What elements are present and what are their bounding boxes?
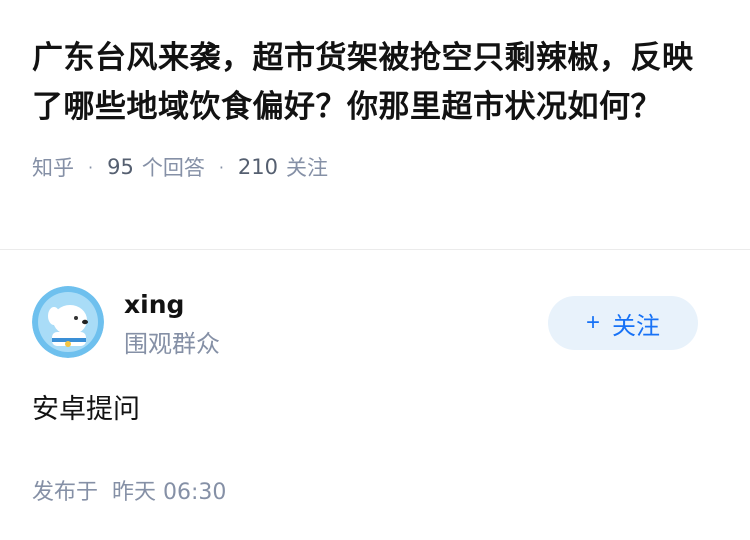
follow-count-label: 关注 [286, 156, 329, 180]
published-info: 发布于 昨天 06:30 [32, 474, 718, 506]
dot-separator: · [88, 157, 94, 177]
answer-count-label: 个回答 [141, 156, 205, 180]
author-name[interactable]: xing [124, 288, 220, 322]
avatar-image [32, 286, 104, 358]
source-label[interactable]: 知乎 [32, 152, 74, 182]
question-meta: 知乎 · 95 个回答 · 210 关注 [32, 152, 716, 182]
follow-button[interactable]: + 关注 [548, 296, 698, 350]
author-info: xing 围观群众 [124, 286, 220, 364]
dot-separator: · [218, 157, 224, 177]
question-title[interactable]: 广东台风来袭，超市货架被抢空只剩辣椒，反映了哪些地域饮食偏好？你那里超市状况如何… [32, 34, 716, 132]
answer-content[interactable]: 安卓提问 [32, 390, 718, 430]
published-time: 昨天 06:30 [112, 480, 227, 505]
question-header: 广东台风来袭，超市货架被抢空只剩辣椒，反映了哪些地域饮食偏好？你那里超市状况如何… [0, 0, 750, 250]
published-label: 发布于 [32, 480, 99, 505]
answer-count: 95 [107, 155, 134, 179]
avatar[interactable] [32, 286, 104, 358]
follow-button-label: 关注 [612, 312, 660, 340]
plus-icon: + [585, 309, 600, 336]
author-tag: 围观群众 [124, 330, 220, 358]
follow-count: 210 [237, 155, 279, 179]
answer-card: xing 围观群众 + 关注 安卓提问 发布于 昨天 06:30 [0, 250, 750, 506]
